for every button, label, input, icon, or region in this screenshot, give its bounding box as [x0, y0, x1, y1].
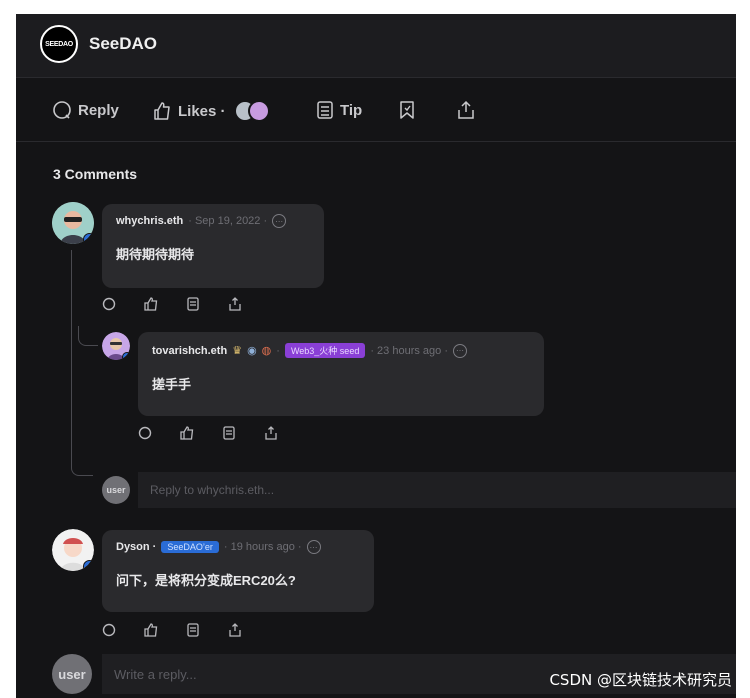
reply-button[interactable]: Reply	[52, 100, 119, 120]
more-options-icon[interactable]: ⋯	[272, 214, 287, 228]
thumbs-up-icon	[154, 102, 170, 120]
tip-icon	[317, 101, 333, 119]
bookmark-button[interactable]	[397, 100, 417, 120]
reply-icon[interactable]	[138, 426, 152, 440]
likes-label: Likes ·	[178, 102, 226, 120]
reply-input[interactable]: Reply to whychris.eth...	[138, 472, 736, 508]
verified-badge	[83, 233, 94, 244]
share-icon[interactable]	[228, 623, 242, 637]
app-window: SEEDAO SeeDAO Reply Likes · Tip 3 Commen…	[16, 14, 736, 698]
role-tag: Web3_火种 seed	[284, 343, 366, 358]
thread-line	[71, 250, 93, 476]
reply-icon[interactable]	[102, 623, 116, 637]
post-action-bar: Reply Likes · Tip	[16, 78, 736, 142]
more-options-icon[interactable]: ⋯	[452, 343, 467, 358]
like-icon[interactable]	[144, 297, 158, 311]
watermark: CSDN @区块链技术研究员	[549, 671, 732, 689]
like-icon[interactable]	[180, 426, 194, 440]
comment-date: · 23 hours ago ·	[370, 344, 448, 357]
comment-username[interactable]: tovarishch.eth	[152, 345, 227, 357]
tip-icon[interactable]	[186, 623, 200, 637]
comments-count: 3 Comments	[53, 166, 138, 182]
app-title: SeeDAO	[89, 34, 158, 53]
reply-icon[interactable]	[102, 297, 116, 311]
comment-text: 搓手手	[152, 377, 192, 392]
reply-label: Reply	[78, 101, 119, 119]
comment-meta: tovarishch.eth ♛ ◉ ◍ · Web3_火种 seed · 23…	[152, 343, 467, 358]
comment-bubble: Dyson · SeeDAO’er · 19 hours ago · ⋯ 问下，…	[102, 530, 374, 612]
comment-text: 期待期待期待	[116, 247, 195, 262]
verified-badge	[122, 352, 130, 360]
likes-button[interactable]: Likes ·	[152, 100, 270, 122]
seedao-logo[interactable]: SEEDAO	[40, 25, 78, 63]
share-button[interactable]	[456, 100, 476, 120]
comment-meta: whychris.eth · Sep 19, 2022 · ⋯	[116, 214, 287, 228]
share-icon[interactable]	[264, 426, 278, 440]
comment-bubble: tovarishch.eth ♛ ◉ ◍ · Web3_火种 seed · 23…	[138, 332, 544, 416]
fire-icon: ◍	[261, 345, 272, 357]
comment-icon	[53, 101, 71, 119]
comment-date: · Sep 19, 2022 ·	[188, 215, 268, 227]
share-icon[interactable]	[228, 297, 242, 311]
tip-icon[interactable]	[222, 426, 236, 440]
current-user-avatar: user	[52, 654, 92, 694]
more-options-icon[interactable]: ⋯	[306, 540, 321, 554]
verified-badge	[83, 560, 94, 571]
like-icon[interactable]	[144, 623, 158, 637]
liker-avatars	[233, 100, 270, 122]
comment-actions	[138, 426, 278, 440]
comment-username[interactable]: Dyson ·	[116, 541, 156, 553]
liker-avatar	[247, 100, 270, 122]
tip-label: Tip	[340, 101, 363, 119]
tip-icon[interactable]	[186, 297, 200, 311]
avatar[interactable]	[52, 529, 94, 571]
share-icon	[458, 100, 474, 119]
comment-actions	[102, 623, 242, 637]
header-bar: SEEDAO SeeDAO	[16, 14, 736, 78]
role-tag: SeeDAO’er	[161, 541, 219, 553]
tip-button[interactable]: Tip	[316, 100, 362, 120]
comment-username[interactable]: whychris.eth	[116, 215, 183, 227]
avatar[interactable]	[102, 332, 130, 360]
globe-icon: ◉	[247, 345, 257, 357]
bookmark-icon	[400, 101, 414, 119]
comment-actions	[102, 297, 242, 311]
thread-branch-line	[78, 326, 98, 346]
crown-icon: ♛	[232, 345, 243, 357]
comment-date: · 19 hours ago ·	[223, 541, 302, 553]
avatar[interactable]	[52, 202, 94, 244]
current-user-avatar: user	[102, 476, 130, 504]
comment-meta: Dyson · SeeDAO’er · 19 hours ago · ⋯	[116, 540, 321, 554]
comment-text: 问下，是将积分变成ERC20么?	[116, 573, 296, 588]
comment-bubble: whychris.eth · Sep 19, 2022 · ⋯ 期待期待期待	[102, 204, 324, 288]
